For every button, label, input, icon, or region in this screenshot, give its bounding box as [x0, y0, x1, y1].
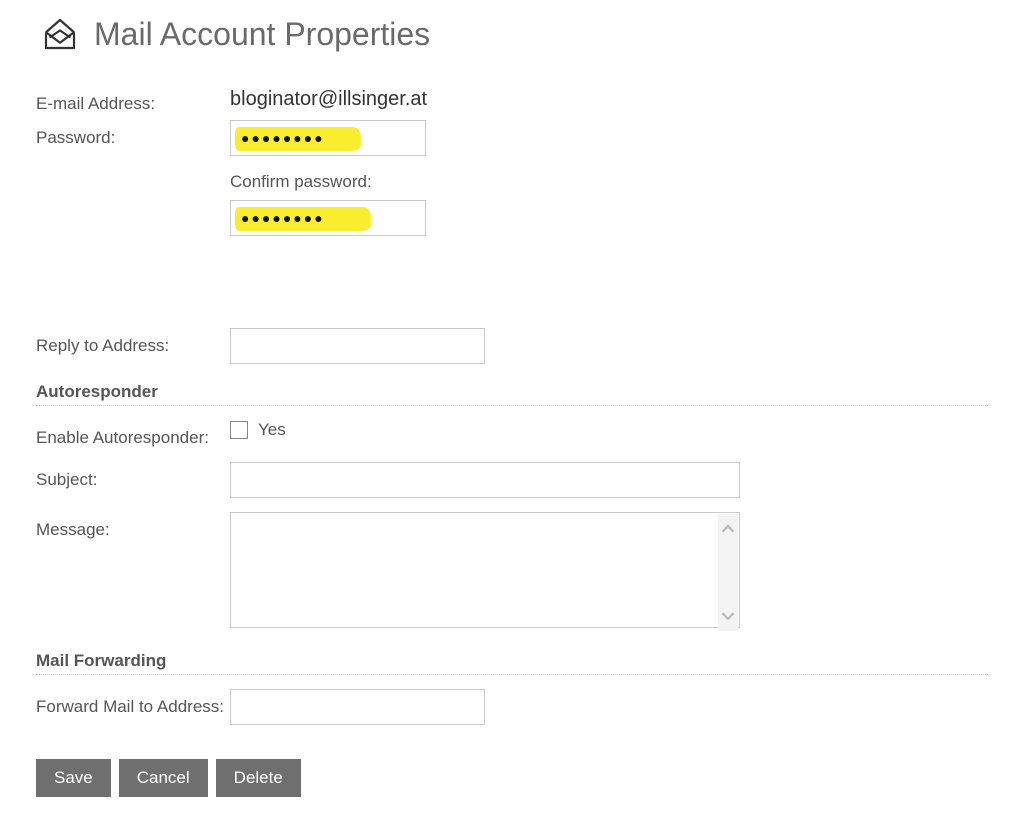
subject-label: Subject:: [36, 462, 230, 490]
enable-autoresponder-label: Enable Autoresponder:: [36, 420, 230, 448]
email-value: bloginator@illsinger.at: [230, 86, 988, 111]
reply-to-row: Reply to Address:: [36, 328, 988, 364]
reply-to-input[interactable]: [230, 328, 485, 364]
password-row: Password: ●●●●●●●● Confirm password: ●●●…: [36, 120, 988, 236]
save-button[interactable]: Save: [36, 759, 111, 797]
mail-forwarding-section-header: Mail Forwarding: [36, 651, 988, 675]
confirm-password-input[interactable]: ●●●●●●●●: [230, 200, 426, 236]
autoresponder-section-header: Autoresponder: [36, 382, 988, 406]
autoresponder-checkbox-label: Yes: [258, 420, 286, 440]
forward-to-row: Forward Mail to Address:: [36, 689, 988, 725]
scrollbar[interactable]: [718, 514, 738, 631]
message-label: Message:: [36, 512, 230, 540]
subject-row: Subject:: [36, 462, 988, 498]
subject-input[interactable]: [230, 462, 740, 498]
mail-icon: [36, 10, 84, 58]
confirm-password-label: Confirm password:: [230, 172, 988, 192]
chevron-down-icon: [721, 609, 735, 623]
message-textarea[interactable]: [230, 512, 740, 628]
action-buttons: Save Cancel Delete: [36, 759, 988, 797]
password-input[interactable]: ●●●●●●●●: [230, 120, 426, 156]
delete-button[interactable]: Delete: [216, 759, 301, 797]
email-row: E-mail Address: bloginator@illsinger.at: [36, 86, 988, 114]
autoresponder-checkbox[interactable]: [230, 421, 248, 439]
page-title: Mail Account Properties: [94, 16, 430, 53]
confirm-password-mask: ●●●●●●●●: [235, 210, 327, 226]
forward-to-label: Forward Mail to Address:: [36, 689, 230, 717]
enable-autoresponder-row: Enable Autoresponder: Yes: [36, 420, 988, 448]
page-title-row: Mail Account Properties: [36, 10, 988, 58]
cancel-button[interactable]: Cancel: [119, 759, 208, 797]
reply-to-label: Reply to Address:: [36, 328, 230, 356]
email-label: E-mail Address:: [36, 86, 230, 114]
password-mask: ●●●●●●●●: [235, 130, 327, 146]
password-label: Password:: [36, 120, 230, 148]
forward-to-input[interactable]: [230, 689, 485, 725]
message-row: Message:: [36, 512, 988, 633]
chevron-up-icon: [721, 522, 735, 536]
